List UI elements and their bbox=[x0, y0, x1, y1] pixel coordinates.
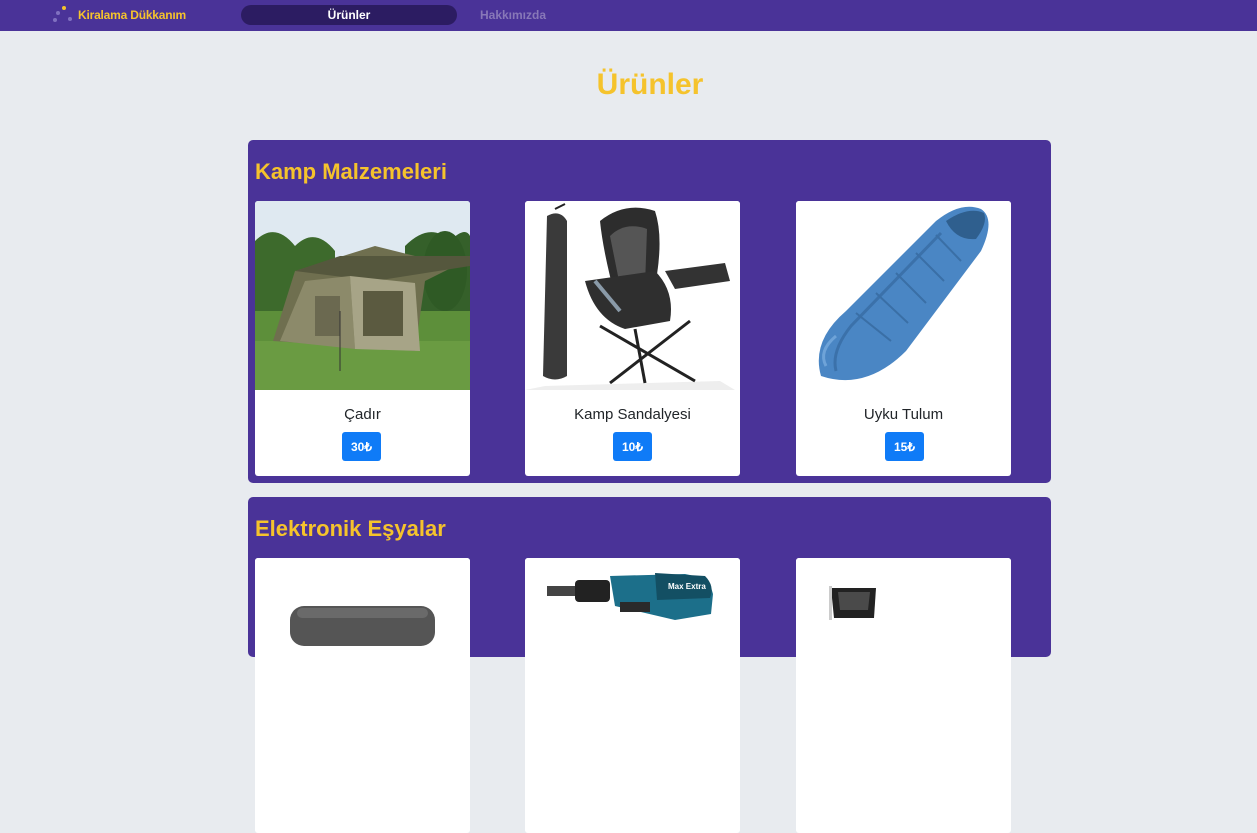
tent-image bbox=[255, 201, 470, 390]
category-section-kamp: Kamp Malzemeleri Çadır 30₺ Kamp Sandalye… bbox=[248, 140, 1051, 483]
top-navbar: Kiralama Dükkanım Ürünler Hakkımızda bbox=[0, 0, 1257, 31]
category-section-elektronik: Elektronik Eşyalar Max Extra bbox=[248, 497, 1051, 833]
brand-name: Kiralama Dükkanım bbox=[78, 8, 186, 22]
price-button[interactable]: 10₺ bbox=[613, 432, 652, 461]
camp-chair-image bbox=[525, 201, 740, 390]
product-card: Max Extra bbox=[525, 558, 740, 833]
electronic-appliance-image bbox=[796, 558, 1011, 747]
page-title: Ürünler bbox=[596, 68, 704, 101]
sleeping-bag-image bbox=[796, 201, 1011, 390]
cordless-drill-image: Max Extra bbox=[525, 558, 740, 747]
product-name: Uyku Tulum bbox=[863, 406, 944, 423]
product-card-uyku-tulum: Uyku Tulum 15₺ bbox=[796, 201, 1011, 476]
tab-urunler[interactable]: Ürünler bbox=[241, 5, 457, 25]
brand-link[interactable]: Kiralama Dükkanım bbox=[53, 6, 186, 24]
product-card-kamp-sandalyesi: Kamp Sandalyesi 10₺ bbox=[525, 201, 740, 476]
category-title: Elektronik Eşyalar bbox=[255, 516, 446, 541]
product-card bbox=[255, 558, 470, 833]
product-card-cadir: Çadır 30₺ bbox=[255, 201, 470, 476]
electronic-device-image bbox=[255, 558, 470, 747]
category-title: Kamp Malzemeleri bbox=[255, 159, 447, 184]
price-button[interactable]: 15₺ bbox=[885, 432, 924, 461]
product-name: Çadır bbox=[344, 406, 381, 423]
tab-hakkimizda[interactable]: Hakkımızda bbox=[460, 5, 566, 25]
product-name: Kamp Sandalyesi bbox=[574, 406, 691, 423]
price-button[interactable]: 30₺ bbox=[342, 432, 381, 461]
product-card bbox=[796, 558, 1011, 833]
drill-brand-label: Max Extra bbox=[668, 582, 706, 591]
loading-dots-icon bbox=[53, 6, 73, 24]
